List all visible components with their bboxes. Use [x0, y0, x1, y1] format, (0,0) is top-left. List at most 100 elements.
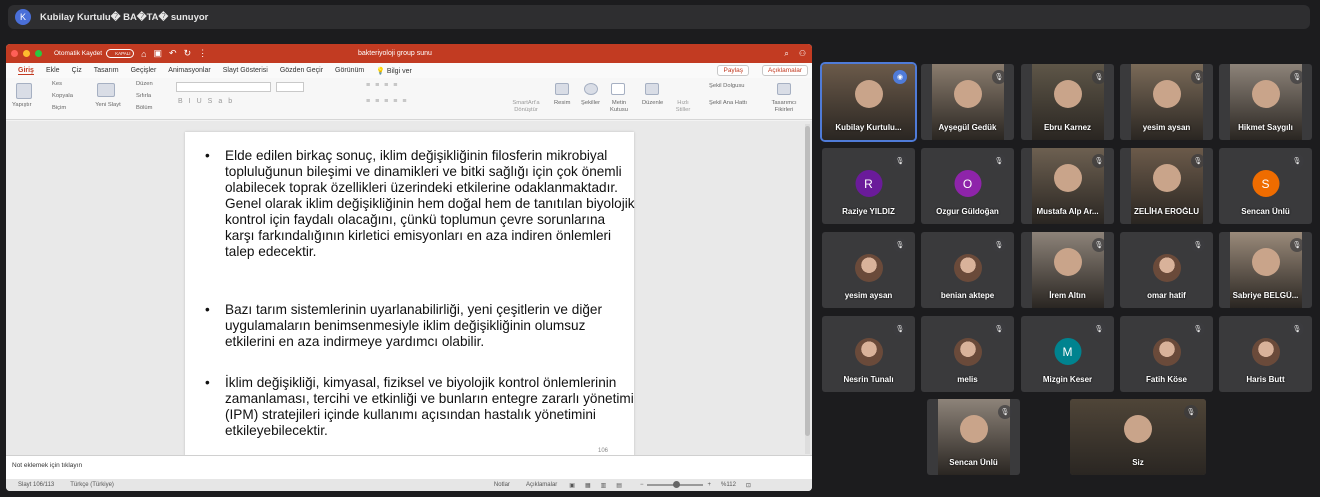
- participant-tile[interactable]: 🎙 Sencan Ünlü: [927, 399, 1020, 475]
- fit-slide-icon[interactable]: ⊡: [746, 482, 751, 489]
- participant-tile[interactable]: S 🎙 Sencan Ünlü: [1219, 148, 1312, 224]
- notes-button[interactable]: Notlar: [494, 482, 510, 488]
- share-button[interactable]: Paylaş: [717, 65, 749, 76]
- autosave-toggle[interactable]: KAPALI: [106, 49, 135, 58]
- shapes-icon[interactable]: [584, 83, 598, 95]
- new-slide-label[interactable]: Yeni Slayt: [94, 102, 122, 109]
- comments-status-button[interactable]: Açıklamalar: [526, 482, 557, 488]
- font-size-dropdown[interactable]: [276, 82, 304, 92]
- copy-button[interactable]: Kopyala: [52, 93, 73, 99]
- arrange-label[interactable]: Düzenle: [642, 100, 663, 106]
- participant-tile[interactable]: 🎙 yesim aysan: [1120, 64, 1213, 140]
- share-person-icon[interactable]: ⚇: [799, 49, 806, 59]
- vertical-scrollbar[interactable]: [805, 124, 810, 454]
- zoom-slider[interactable]: [647, 481, 704, 488]
- participant-tile[interactable]: R 🎙 Raziye YILDIZ: [822, 148, 915, 224]
- font-style-buttons[interactable]: BIUSab: [178, 98, 238, 105]
- designer-label[interactable]: Tasarımcı Fikirleri: [771, 100, 797, 114]
- picture-label[interactable]: Resim: [554, 100, 570, 106]
- maximize-window-button[interactable]: [35, 50, 42, 57]
- paste-icon[interactable]: [16, 83, 32, 99]
- shapes-label[interactable]: Şekiller: [581, 100, 600, 106]
- participant-avatar: [1152, 254, 1181, 282]
- participant-initial: R: [855, 170, 882, 197]
- zoom-handle[interactable]: [673, 481, 681, 488]
- arrange-icon[interactable]: [645, 83, 659, 95]
- participant-tile[interactable]: 🎙 ZELİHA EROĞLU: [1120, 148, 1213, 224]
- align-buttons[interactable]: ≡≡≡≡≡: [366, 98, 411, 105]
- participant-tile[interactable]: 🎙 yesim aysan: [822, 232, 915, 308]
- zoom-out-icon[interactable]: −: [640, 482, 644, 488]
- quick-styles-label[interactable]: Hızlı Stiller: [674, 100, 692, 114]
- textbox-icon[interactable]: [611, 83, 625, 95]
- participant-tile[interactable]: 🎙 Haris Butt: [1219, 316, 1312, 392]
- search-icon[interactable]: ⌕: [784, 49, 788, 59]
- participant-tile[interactable]: 🎙 melis: [921, 316, 1014, 392]
- designer-icon[interactable]: [777, 83, 791, 95]
- scroll-thumb[interactable]: [805, 126, 810, 436]
- cut-button[interactable]: Kes: [52, 81, 62, 87]
- tab-view[interactable]: Görünüm: [335, 67, 364, 74]
- participant-name: İrem Altın: [1049, 291, 1086, 300]
- participant-tile[interactable]: 🎙 Fatih Köse: [1120, 316, 1213, 392]
- redo-icon[interactable]: ↻: [184, 48, 192, 59]
- layout-button[interactable]: Düzen: [136, 81, 153, 87]
- participant-tile[interactable]: 🎙 Sabriye BELGÜ...: [1219, 232, 1312, 308]
- slide-canvas: • Elde edilen birkaç sonuç, iklim değişi…: [6, 121, 812, 456]
- tab-slideshow[interactable]: Slayt Gösterisi: [223, 67, 268, 74]
- save-icon[interactable]: ▣: [154, 48, 163, 59]
- list-buttons[interactable]: ≡≡≡≡: [366, 82, 402, 89]
- paste-label[interactable]: Yapıştır: [12, 102, 32, 108]
- participant-tile[interactable]: O 🎙 Ozgur Güldoğan: [921, 148, 1014, 224]
- participant-tile[interactable]: ◉ Kubilay Kurtulu...: [820, 62, 917, 142]
- section-button[interactable]: Bölüm: [136, 105, 152, 111]
- reset-button[interactable]: Sıfırla: [136, 93, 151, 99]
- participant-name: Ebru Karnez: [1043, 123, 1092, 132]
- participant-tile[interactable]: 🎙 omar hatif: [1120, 232, 1213, 308]
- lightbulb-icon: 💡: [376, 67, 385, 75]
- tab-insert[interactable]: Ekle: [46, 67, 60, 74]
- tab-animations[interactable]: Animasyonlar: [168, 67, 210, 74]
- textbox-label[interactable]: Metin Kutusu: [608, 100, 630, 114]
- muted-mic-icon: 🎙: [998, 405, 1012, 419]
- home-icon[interactable]: ⌂: [141, 49, 146, 59]
- participant-tile[interactable]: 🎙 Mustafa Alp Ar...: [1021, 148, 1114, 224]
- slide[interactable]: • Elde edilen birkaç sonuç, iklim değişi…: [185, 132, 635, 456]
- tab-draw[interactable]: Çiz: [72, 67, 82, 74]
- minimize-window-button[interactable]: [23, 50, 30, 57]
- shape-outline-button[interactable]: Şekil Ana Hattı: [709, 100, 747, 106]
- participant-tile[interactable]: 🎙 Siz: [1070, 399, 1206, 475]
- tab-home[interactable]: Giriş: [18, 67, 34, 75]
- bullet-2: • Bazı tarım sistemlerinin uyarlanabilir…: [205, 302, 635, 350]
- participant-tile[interactable]: 🎙 Hikmet Saygılı: [1219, 64, 1312, 140]
- muted-mic-icon: 🎙: [1290, 70, 1304, 84]
- customize-toolbar-icon[interactable]: ⋮: [198, 48, 207, 59]
- smartart-button[interactable]: SmartArt'a Dönüştür: [508, 100, 544, 114]
- font-name-dropdown[interactable]: [176, 82, 271, 92]
- participant-tile[interactable]: 🎙 Ebru Karnez: [1021, 64, 1114, 140]
- view-buttons[interactable]: ▣▦▥▤: [569, 482, 632, 489]
- format-painter-button[interactable]: Biçim: [52, 105, 66, 111]
- comments-button[interactable]: Açıklamalar: [762, 65, 808, 76]
- close-window-button[interactable]: [11, 50, 18, 57]
- participant-tile[interactable]: M 🎙 Mizgin Keser: [1021, 316, 1114, 392]
- tab-design[interactable]: Tasarım: [94, 67, 119, 74]
- notes-pane[interactable]: Not eklemek için tıklayın: [6, 455, 812, 479]
- participant-tile[interactable]: 🎙 İrem Altın: [1021, 232, 1114, 308]
- zoom-in-icon[interactable]: +: [707, 482, 711, 488]
- zoom-level[interactable]: %112: [721, 482, 736, 488]
- participant-tile[interactable]: 🎙 benian aktepe: [921, 232, 1014, 308]
- picture-icon[interactable]: [555, 83, 569, 95]
- participant-face: [1053, 164, 1082, 192]
- participant-tile[interactable]: 🎙 Nesrin Tunalı: [822, 316, 915, 392]
- language-indicator[interactable]: Türkçe (Türkiye): [70, 482, 114, 488]
- tab-review[interactable]: Gözden Geçir: [280, 67, 323, 74]
- undo-icon[interactable]: ↶: [169, 48, 177, 59]
- shape-fill-button[interactable]: Şekil Dolgusu: [709, 83, 744, 89]
- tab-transitions[interactable]: Geçişler: [131, 67, 157, 74]
- muted-mic-icon: 🎙: [1191, 322, 1205, 336]
- new-slide-icon[interactable]: [97, 83, 115, 97]
- tab-tell-me[interactable]: 💡 Bilgi ver: [376, 67, 412, 75]
- participant-tile[interactable]: 🎙 Ayşegül Gedük: [921, 64, 1014, 140]
- speaking-icon: ◉: [893, 70, 907, 84]
